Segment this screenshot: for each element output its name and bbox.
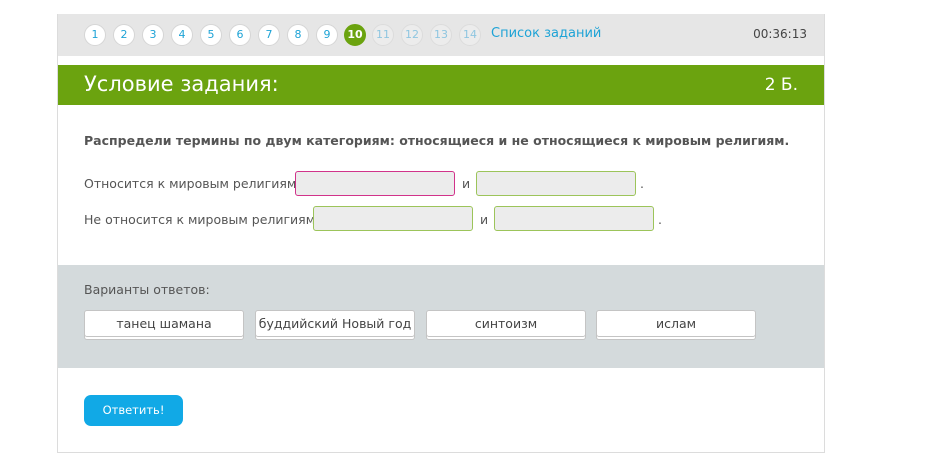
answer-option-3[interactable]: синтоизм [426,310,586,337]
row1-label: Относится к мировым религиям: [84,176,301,191]
conjunction: и [480,212,489,227]
task-list-link[interactable]: Список заданий [491,26,601,41]
drop-slot-notworld-2[interactable] [494,206,654,231]
question-4-button[interactable]: 4 [171,24,193,46]
question-10-button-current[interactable]: 10 [344,24,366,46]
task-title: Условие задания: [84,72,279,96]
answer-option-1[interactable]: танец шамана [84,310,244,337]
submit-button[interactable]: Ответить! [84,395,183,426]
answer-option-2[interactable]: буддийский Новый год [255,310,415,337]
question-1-button[interactable]: 1 [84,24,106,46]
question-5-button[interactable]: 5 [200,24,222,46]
question-12-button[interactable]: 12 [401,24,423,46]
timer: 00:36:13 [753,27,807,41]
question-13-button[interactable]: 13 [430,24,452,46]
question-6-button[interactable]: 6 [229,24,251,46]
conjunction: и [462,176,471,191]
answer-options-panel: Варианты ответов: танец шамана буддийски… [58,265,824,368]
period: . [658,212,662,227]
question-9-button[interactable]: 9 [316,24,338,46]
period: . [640,176,644,191]
drop-slot-notworld-1[interactable] [313,206,473,231]
question-2-button[interactable]: 2 [113,24,135,46]
question-8-button[interactable]: 8 [287,24,309,46]
question-11-button[interactable]: 11 [372,24,394,46]
task-header: Условие задания: 2 Б. [58,65,824,105]
question-7-button[interactable]: 7 [258,24,280,46]
task-instruction: Распредели термины по двум категориям: о… [84,133,790,148]
question-14-button[interactable]: 14 [459,24,481,46]
answer-option-4[interactable]: ислам [596,310,756,337]
drop-slot-world-1[interactable] [295,171,455,196]
question-navigation: 1 2 3 4 5 6 7 8 9 10 11 12 13 14 Список … [58,14,824,56]
row2-label: Не относится к мировым религиям: [84,212,320,227]
drop-slot-world-2[interactable] [476,171,636,196]
task-card: 1 2 3 4 5 6 7 8 9 10 11 12 13 14 Список … [57,14,825,453]
answer-options-caption: Варианты ответов: [84,282,210,297]
points-value: 2 Б. [764,75,798,95]
question-3-button[interactable]: 3 [142,24,164,46]
